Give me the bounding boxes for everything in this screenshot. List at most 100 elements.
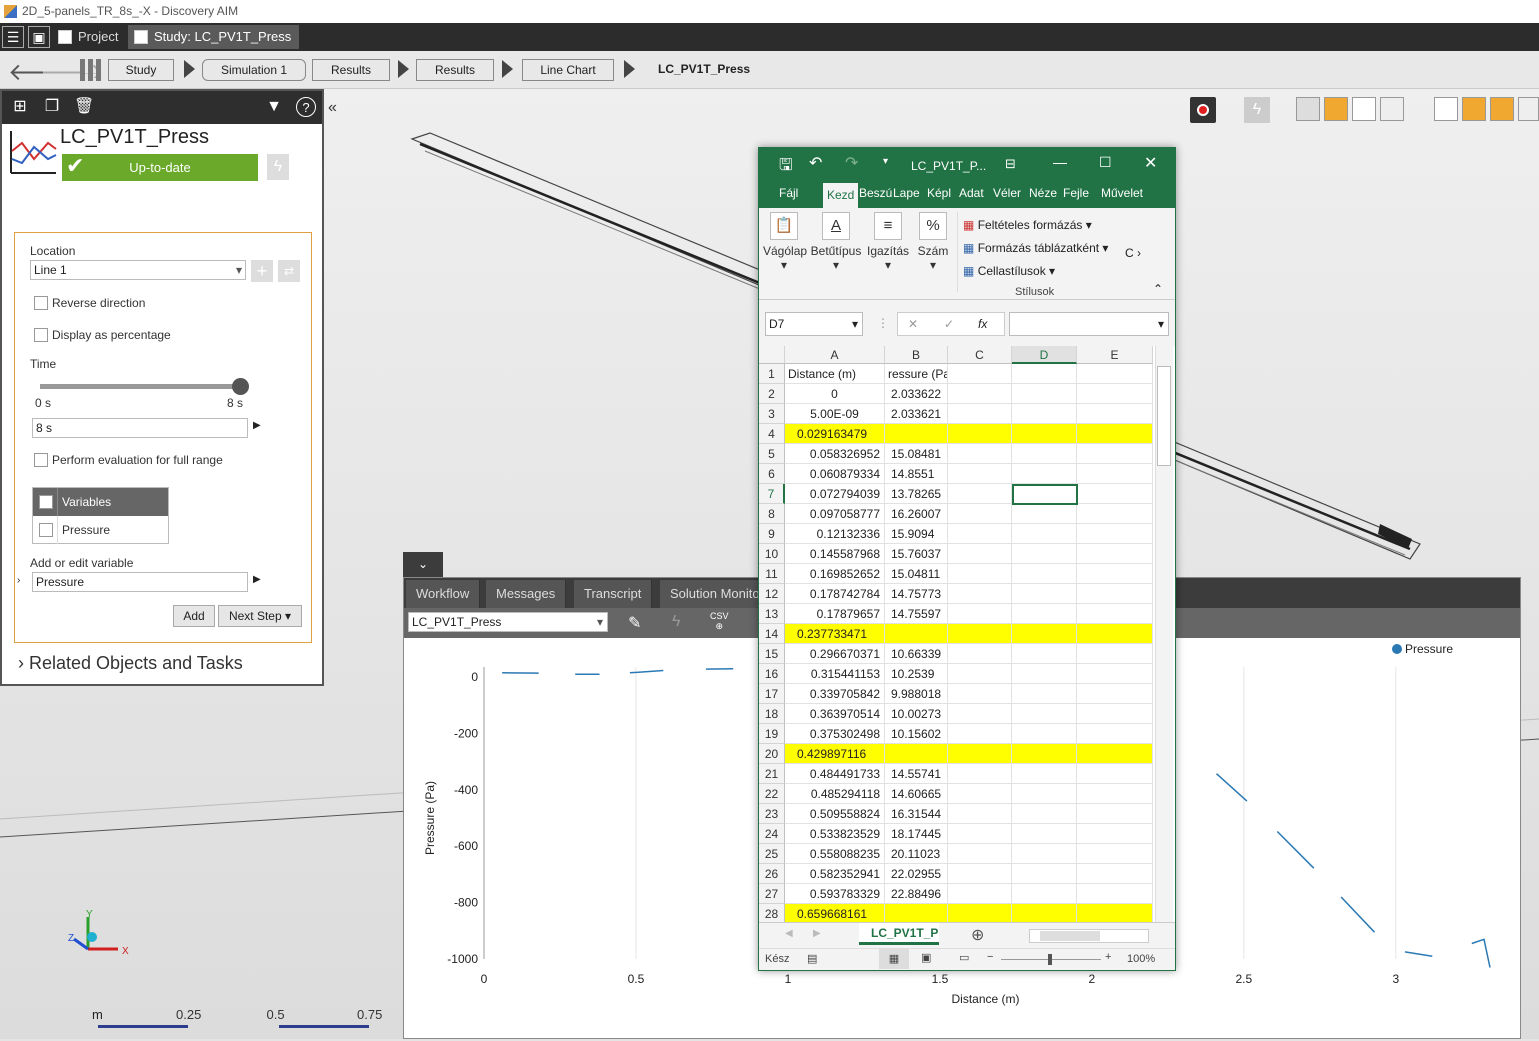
redo-icon[interactable]: ↷: [845, 153, 858, 173]
time-slider[interactable]: [40, 384, 240, 389]
grid-cell[interactable]: [885, 424, 948, 444]
grid-cell[interactable]: [948, 864, 1012, 884]
grid-cell[interactable]: [948, 404, 1012, 424]
grid-cell[interactable]: 0.296670371: [785, 644, 885, 664]
grid-cell[interactable]: [1012, 424, 1077, 444]
customize-icon[interactable]: ▾: [883, 156, 888, 167]
full-range-checkbox[interactable]: [34, 453, 48, 467]
filter-icon[interactable]: ▼: [264, 97, 284, 117]
grid-cell[interactable]: [1077, 464, 1153, 484]
time-input[interactable]: 8 s: [32, 418, 248, 438]
clipboard-group[interactable]: 📋 Vágólap▾: [763, 212, 805, 272]
grid-cell[interactable]: [948, 424, 1012, 444]
reverse-direction-checkbox[interactable]: [34, 296, 48, 310]
collapse-bottom-panel-icon[interactable]: ⌄: [403, 552, 443, 577]
sheet-next-icon[interactable]: ▶: [813, 928, 821, 939]
grid-cell[interactable]: 0.429897116: [785, 744, 885, 764]
grid-cell[interactable]: [1012, 744, 1077, 764]
variables-select-all-checkbox[interactable]: [39, 495, 53, 509]
delete-icon[interactable]: 🗑: [74, 97, 94, 117]
grid-cell[interactable]: [1012, 564, 1077, 584]
grid-cell[interactable]: [1012, 384, 1077, 404]
grid-cell[interactable]: 2.033622: [885, 384, 948, 404]
grid-cell[interactable]: [1012, 664, 1077, 684]
grid-cell[interactable]: [1077, 904, 1153, 924]
grid-cell[interactable]: [948, 504, 1012, 524]
grid-cell[interactable]: 0.593783329: [785, 884, 885, 904]
grid-cell[interactable]: 0.363970514: [785, 704, 885, 724]
grid-cell[interactable]: [1077, 884, 1153, 904]
grid-cell[interactable]: 0.072794039: [785, 484, 885, 504]
name-box[interactable]: D7 ▾: [765, 312, 863, 336]
grid-cell[interactable]: 0.339705842: [785, 684, 885, 704]
grid-cell[interactable]: [948, 684, 1012, 704]
grid-cell[interactable]: [1012, 884, 1077, 904]
grid-cell[interactable]: [1077, 404, 1153, 424]
page-break-icon[interactable]: ▭: [959, 951, 969, 964]
grid-cell[interactable]: [1012, 504, 1077, 524]
grid-cell[interactable]: 0.058326952: [785, 444, 885, 464]
grid-cell[interactable]: [948, 724, 1012, 744]
record-button[interactable]: [1190, 97, 1216, 123]
update-lightning-icon[interactable]: ϟ: [267, 154, 289, 180]
grid-cell[interactable]: [1012, 584, 1077, 604]
ribbon-tab[interactable]: Fájl: [779, 186, 798, 200]
related-objects-section[interactable]: › Related Objects and Tasks: [18, 653, 243, 674]
grid-cell[interactable]: 22.02955: [885, 864, 948, 884]
tab-project[interactable]: Project: [52, 25, 126, 49]
expand-arrow-icon[interactable]: ▶: [253, 574, 261, 585]
grid-cell[interactable]: [948, 644, 1012, 664]
grid-cell[interactable]: 0.484491733: [785, 764, 885, 784]
ribbon-tab[interactable]: Kezd: [823, 183, 858, 208]
grid-cell[interactable]: 16.31544: [885, 804, 948, 824]
grid-cell[interactable]: [948, 584, 1012, 604]
grid-cell[interactable]: 14.60665: [885, 784, 948, 804]
grid-cell[interactable]: [1012, 624, 1077, 644]
ribbon-tab[interactable]: Művelet: [1101, 186, 1143, 200]
grid-cell[interactable]: [948, 464, 1012, 484]
location-select[interactable]: Line 1 ▾: [30, 260, 246, 280]
ribbon-tab[interactable]: Néze: [1029, 186, 1057, 200]
font-group[interactable]: A Betűtípus▾: [809, 212, 863, 272]
grid-cell[interactable]: 15.04811: [885, 564, 948, 584]
minimize-icon[interactable]: —: [1053, 154, 1067, 170]
tab-workflow[interactable]: Workflow: [406, 580, 480, 608]
page-layout-icon[interactable]: ▣: [921, 951, 931, 964]
grid-cell[interactable]: [1012, 644, 1077, 664]
grid-cell[interactable]: [1012, 904, 1077, 924]
grid-cell[interactable]: [1077, 804, 1153, 824]
grid-cell[interactable]: [1012, 724, 1077, 744]
grid-cell[interactable]: 10.00273: [885, 704, 948, 724]
grid-cell[interactable]: 9.988018: [885, 684, 948, 704]
grid-cell[interactable]: 0.485294118: [785, 784, 885, 804]
grid-cell[interactable]: [1077, 764, 1153, 784]
grid-cell[interactable]: [1077, 744, 1153, 764]
view-side-icon[interactable]: [1490, 97, 1514, 121]
grid-cell[interactable]: [1077, 604, 1153, 624]
grid-cell[interactable]: 0.097058777: [785, 504, 885, 524]
grid-cell[interactable]: [948, 844, 1012, 864]
grid-cell[interactable]: [948, 384, 1012, 404]
grid-cell[interactable]: 0.178742784: [785, 584, 885, 604]
horizontal-scrollbar[interactable]: [1029, 929, 1149, 943]
tab-messages[interactable]: Messages: [486, 580, 566, 608]
grid-cell[interactable]: 2.033621: [885, 404, 948, 424]
grid-cell[interactable]: [1012, 464, 1077, 484]
grid-cell[interactable]: [1012, 804, 1077, 824]
grid-cell[interactable]: [1077, 864, 1153, 884]
edit-pencil-icon[interactable]: ✎: [628, 613, 641, 633]
zoom-in-icon[interactable]: +: [1105, 951, 1111, 963]
ribbon-tab[interactable]: Adat: [959, 186, 984, 200]
grid-cell[interactable]: [1077, 664, 1153, 684]
grid-cell[interactable]: [1077, 544, 1153, 564]
grid-cell[interactable]: 16.26007: [885, 504, 948, 524]
grid-cell[interactable]: 0.029163479: [785, 424, 885, 444]
grid-cell[interactable]: [948, 364, 1012, 384]
grid-cell[interactable]: Distance (m): [785, 364, 885, 384]
expand-chevron-icon[interactable]: ›: [17, 575, 20, 586]
enter-icon[interactable]: ✓: [944, 313, 954, 335]
grid-cell[interactable]: [1077, 444, 1153, 464]
grid-cell[interactable]: 0.17879657: [785, 604, 885, 624]
grid-cell[interactable]: [1077, 724, 1153, 744]
grid-cell[interactable]: 5.00E-09: [785, 404, 885, 424]
